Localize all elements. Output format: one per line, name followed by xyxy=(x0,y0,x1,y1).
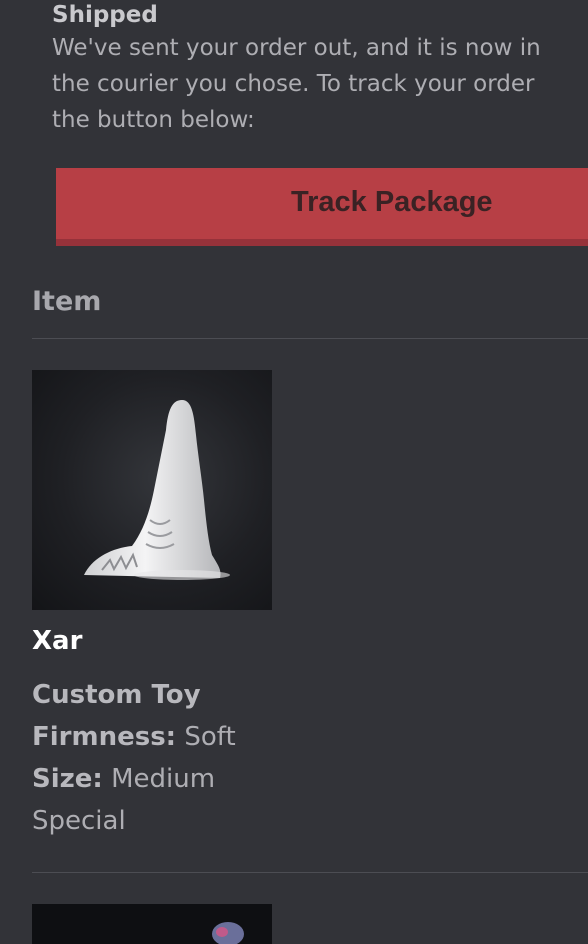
firmness-label: Firmness: xyxy=(32,722,177,752)
next-product-image[interactable] xyxy=(32,904,272,944)
product-image[interactable] xyxy=(32,370,272,610)
order-status-block: Shipped We've sent your order out, and i… xyxy=(52,0,588,138)
status-title: Shipped xyxy=(52,2,158,28)
size-label: Size: xyxy=(32,764,103,794)
item-name: Xar xyxy=(32,626,83,656)
item-size: Size: Medium xyxy=(32,758,552,800)
item-note: Special xyxy=(32,806,126,836)
item-details: Custom Toy Firmness: Soft Size: Medium S… xyxy=(32,674,552,842)
items-heading: Item xyxy=(32,286,102,317)
status-text-line-2: the courier you chose. To track your ord… xyxy=(52,71,535,97)
next-product-photo xyxy=(212,922,244,944)
product-photo xyxy=(84,400,230,580)
status-text-line-1: We've sent your order out, and it is now… xyxy=(52,35,541,61)
size-value: Medium xyxy=(111,764,216,794)
item-divider xyxy=(32,872,588,873)
item-firmness: Firmness: Soft xyxy=(32,716,552,758)
track-package-button[interactable]: Track Package xyxy=(56,168,588,246)
status-text-line-3: the button below: xyxy=(52,107,255,133)
firmness-value: Soft xyxy=(184,722,236,752)
track-package-label: Track Package xyxy=(291,186,493,218)
items-heading-divider xyxy=(32,338,588,339)
item-type: Custom Toy xyxy=(32,680,201,710)
